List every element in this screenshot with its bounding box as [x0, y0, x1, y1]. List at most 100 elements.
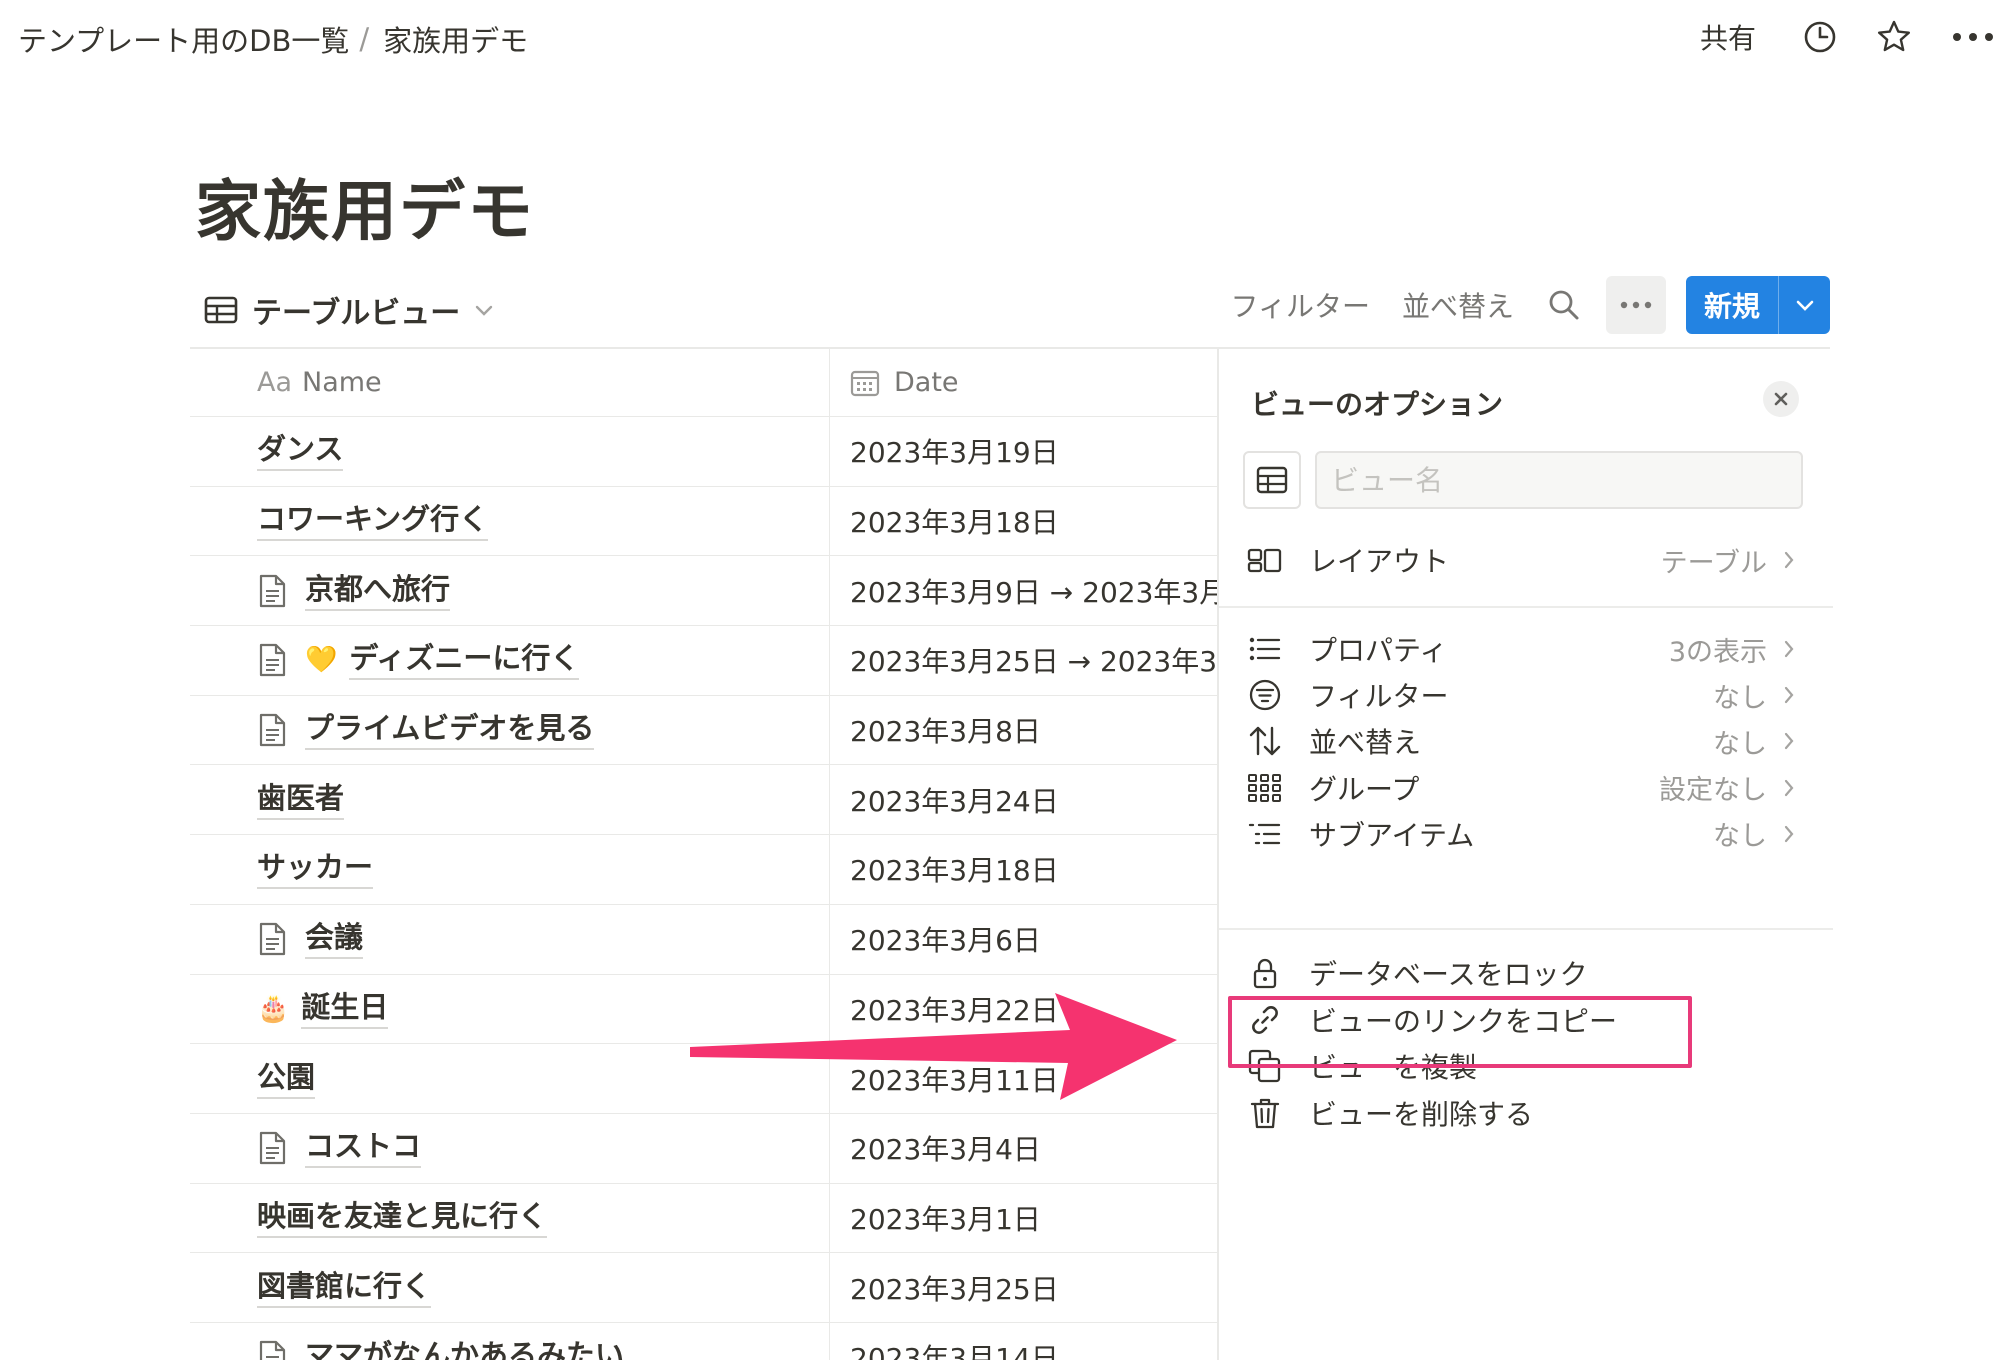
table-row[interactable]: 図書館に行く 2023年3月25日	[190, 1253, 1217, 1323]
row-title[interactable]: 京都へ旅行	[305, 571, 451, 611]
cell-date[interactable]: 2023年3月4日	[830, 1114, 1217, 1183]
filter-icon	[1245, 677, 1285, 713]
row-title[interactable]: 映画を友達と見に行く	[257, 1198, 548, 1238]
view-tab-label: テーブルビュー	[252, 296, 461, 331]
subitems-option[interactable]: サブアイテム なし	[1243, 806, 1803, 862]
cell-name[interactable]: 公園	[190, 1044, 830, 1113]
row-title[interactable]: 公園	[257, 1059, 316, 1099]
cell-date[interactable]: 2023年3月25日 → 2023年3月	[830, 626, 1217, 695]
row-title[interactable]: 誕生日	[301, 989, 389, 1029]
duplicate-icon	[1245, 1048, 1285, 1084]
row-title[interactable]: プライムビデオを見る	[305, 710, 595, 751]
cell-name[interactable]: 京都へ旅行	[190, 556, 830, 626]
row-title[interactable]: コストコ	[305, 1128, 422, 1169]
page-title[interactable]: 家族用デモ	[195, 158, 535, 254]
more-icon[interactable]	[1946, 15, 2000, 59]
new-dropdown-button[interactable]	[1779, 276, 1830, 334]
row-title[interactable]: 歯医者	[257, 780, 345, 820]
cell-date[interactable]: 2023年3月8日	[830, 696, 1217, 765]
table-body: ダンス 2023年3月19日 コワーキング行く 2023年3月18日 京都へ旅行 2023…	[190, 417, 1217, 1360]
cell-date[interactable]: 2023年3月11日	[830, 1044, 1217, 1113]
breadcrumb-parent[interactable]: テンプレート用のDB一覧	[18, 18, 349, 60]
cell-name[interactable]: プライムビデオを見る	[190, 695, 830, 765]
layout-option[interactable]: レイアウト テーブル	[1243, 532, 1803, 588]
cell-name[interactable]: 💛 ディズニーに行く	[190, 626, 830, 695]
cell-date[interactable]: 2023年3月9日 → 2023年3月	[830, 556, 1217, 625]
cell-name[interactable]: ママがなんかあるみたい	[190, 1322, 830, 1360]
column-header-label: Name	[302, 367, 382, 398]
cell-date[interactable]: 2023年3月19日	[830, 417, 1217, 486]
view-options-button[interactable]	[1606, 276, 1666, 334]
cell-date[interactable]: 2023年3月25日	[830, 1253, 1217, 1322]
cell-date[interactable]: 2023年3月24日	[830, 765, 1217, 834]
option-value: 設定なし	[1659, 768, 1803, 807]
chevron-right-icon	[1784, 687, 1794, 704]
table-row[interactable]: サッカー 2023年3月18日	[190, 835, 1217, 905]
view-tab-table[interactable]: テーブルビュー	[204, 288, 494, 332]
cell-date[interactable]: 2023年3月6日	[830, 905, 1217, 974]
cell-date[interactable]: 2023年3月14日	[830, 1323, 1217, 1360]
cell-name[interactable]: サッカー	[190, 835, 830, 904]
row-title[interactable]: ディズニーに行く	[349, 640, 580, 681]
cell-date[interactable]: 2023年3月22日	[830, 975, 1217, 1044]
option-value-text: なし	[1713, 821, 1767, 853]
column-header-date[interactable]: Date	[830, 349, 1217, 416]
table-row[interactable]: 京都へ旅行 2023年3月9日 → 2023年3月	[190, 556, 1217, 627]
clock-icon[interactable]	[1798, 15, 1842, 59]
cell-name[interactable]: 会議	[190, 904, 830, 974]
breadcrumb-current[interactable]: 家族用デモ	[383, 18, 528, 60]
cell-name[interactable]: 図書館に行く	[190, 1253, 830, 1322]
top-actions: 共有	[1700, 14, 2000, 60]
cell-name[interactable]: 🎂 誕生日	[190, 974, 830, 1044]
cell-name[interactable]: ダンス	[190, 417, 830, 486]
table-row[interactable]: 歯医者 2023年3月24日	[190, 765, 1217, 836]
column-header-label: Date	[894, 367, 959, 398]
row-title[interactable]: 会議	[305, 919, 364, 960]
view-bar: テーブルビュー フィルター 並べ替え 新規	[190, 276, 1830, 336]
option-label: 並べ替え	[1309, 726, 1422, 760]
cell-name[interactable]: コワーキング行く	[190, 486, 830, 556]
table-row[interactable]: ダンス 2023年3月19日	[190, 417, 1217, 487]
star-icon[interactable]	[1872, 15, 1916, 59]
search-icon[interactable]	[1546, 287, 1582, 323]
cell-name[interactable]: コストコ	[190, 1113, 830, 1183]
table-row[interactable]: コワーキング行く 2023年3月18日	[190, 486, 1217, 557]
column-header-name[interactable]: Aa Name	[190, 349, 830, 416]
share-button[interactable]: 共有	[1700, 17, 1756, 57]
row-title[interactable]: コワーキング行く	[257, 501, 489, 542]
table-row[interactable]: コストコ 2023年3月4日	[190, 1113, 1217, 1184]
table-row[interactable]: 🎂 誕生日 2023年3月22日	[190, 974, 1217, 1045]
view-name-input[interactable]	[1315, 451, 1803, 509]
layout-value-text: テーブル	[1660, 547, 1767, 579]
new-button-group: 新規	[1686, 276, 1830, 334]
action-label: ビューを削除する	[1309, 1097, 1534, 1131]
row-title[interactable]: サッカー	[257, 849, 374, 890]
table-row[interactable]: ママがなんかあるみたい 2023年3月14日	[190, 1322, 1217, 1360]
cell-name[interactable]: 歯医者	[190, 765, 830, 835]
view-icon-picker[interactable]	[1243, 451, 1301, 509]
breadcrumb-separator: /	[359, 22, 370, 56]
table-row[interactable]: 会議 2023年3月6日	[190, 904, 1217, 975]
cell-date[interactable]: 2023年3月1日	[830, 1184, 1217, 1253]
row-title[interactable]: ママがなんかあるみたい	[305, 1337, 624, 1360]
page-icon	[259, 923, 286, 956]
delete-view-button[interactable]: ビューを削除する	[1243, 1085, 1803, 1141]
table-row[interactable]: 公園 2023年3月11日	[190, 1044, 1217, 1114]
cell-name[interactable]: 映画を友達と見に行く	[190, 1183, 830, 1253]
top-bar: テンプレート用のDB一覧 / 家族用デモ 共有	[0, 0, 2000, 72]
row-title[interactable]: ダンス	[257, 431, 344, 472]
page-icon	[259, 713, 286, 747]
close-button[interactable]	[1763, 381, 1799, 417]
filter-button[interactable]: フィルター	[1231, 285, 1370, 325]
table-row[interactable]: 映画を友達と見に行く 2023年3月1日	[190, 1183, 1217, 1254]
table-row[interactable]: プライムビデオを見る 2023年3月8日	[190, 695, 1217, 766]
cell-date[interactable]: 2023年3月18日	[830, 487, 1217, 556]
cell-date[interactable]: 2023年3月18日	[830, 835, 1217, 904]
row-title[interactable]: 図書館に行く	[257, 1268, 432, 1308]
sort-button[interactable]: 並べ替え	[1402, 285, 1514, 325]
table-row[interactable]: 💛 ディズニーに行く 2023年3月25日 → 2023年3月	[190, 626, 1217, 696]
option-value-text: 3の表示	[1668, 636, 1767, 668]
chevron-right-icon	[1784, 733, 1794, 750]
new-button[interactable]: 新規	[1686, 285, 1778, 325]
more-icon	[1620, 301, 1652, 309]
